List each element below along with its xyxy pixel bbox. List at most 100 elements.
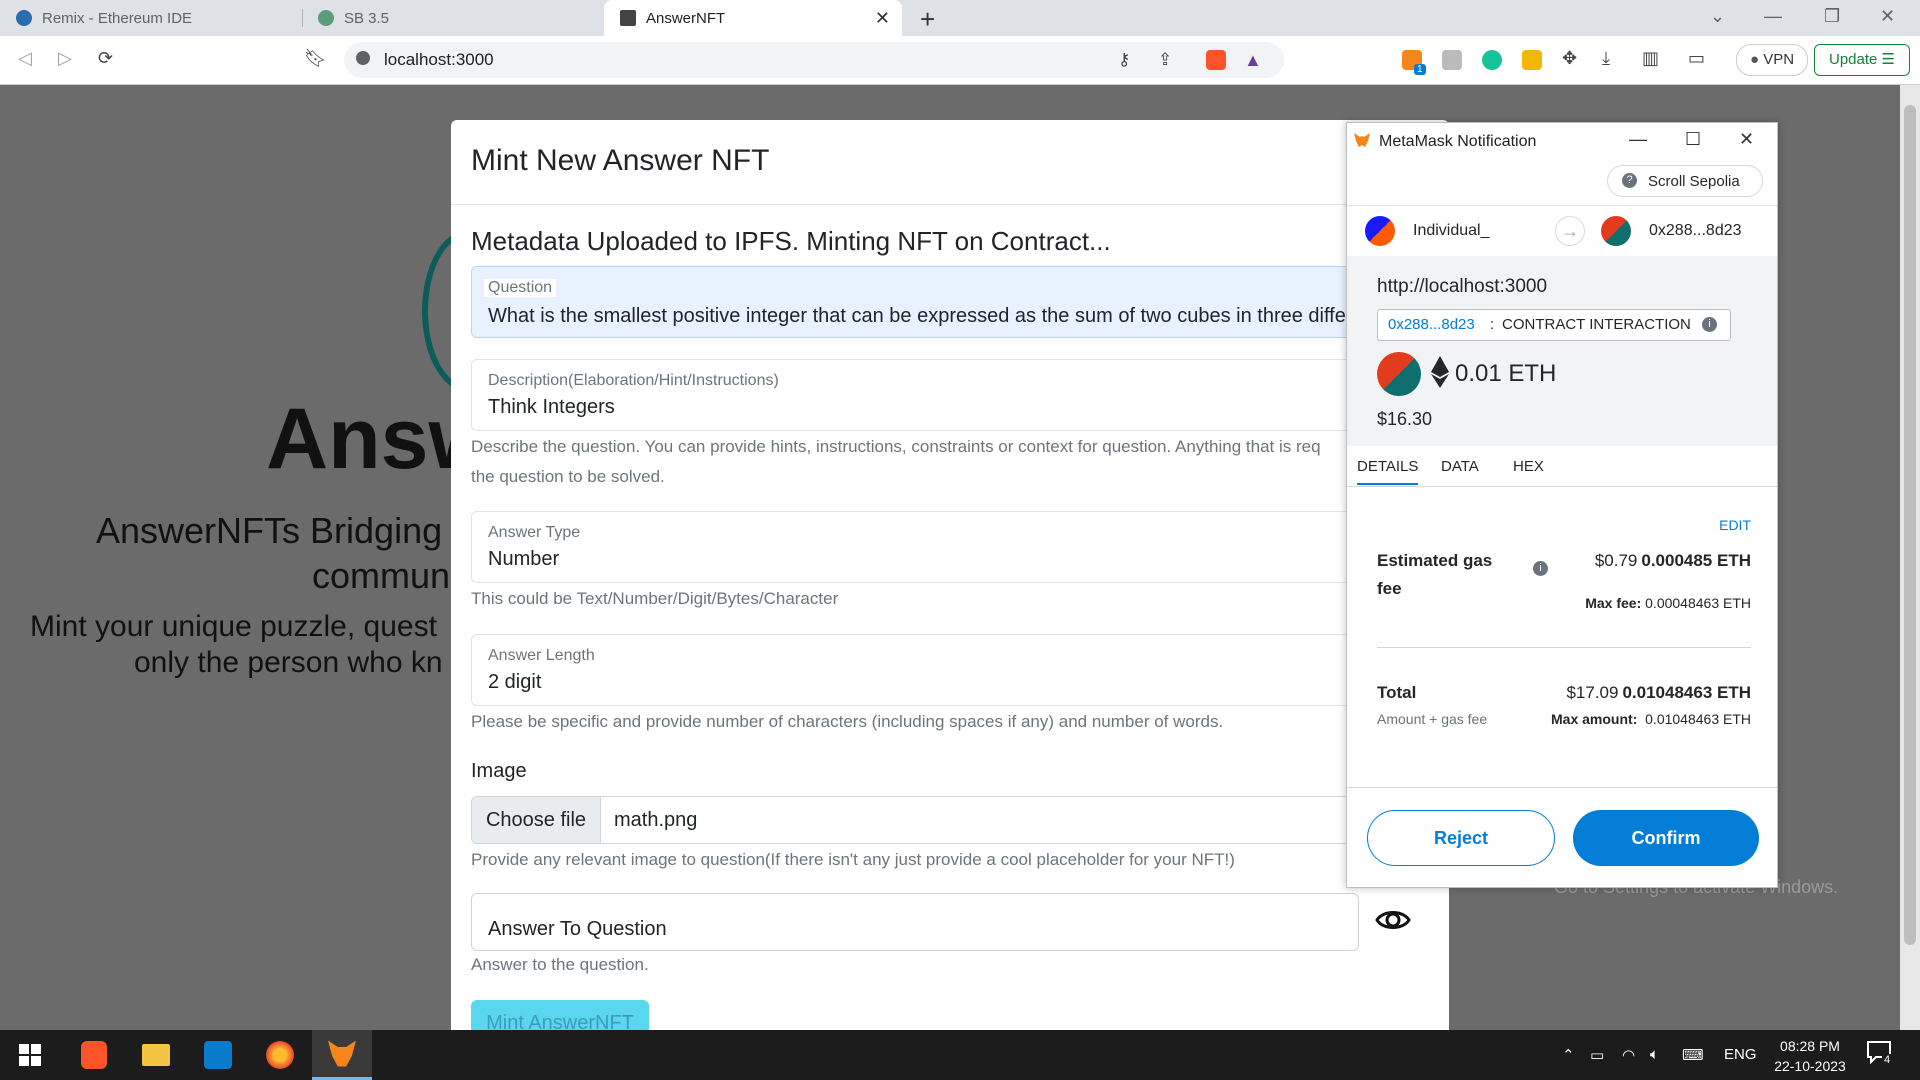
forward-icon[interactable]: ▷: [58, 48, 72, 69]
tab-remix[interactable]: Remix - Ethereum IDE: [0, 0, 300, 36]
vpn-button[interactable]: ● VPN: [1736, 44, 1808, 76]
gas-fee-usd: $0.79: [1594, 551, 1638, 570]
reject-button[interactable]: Reject: [1367, 810, 1555, 866]
volume-icon[interactable]: 🔈︎: [1650, 1046, 1659, 1063]
tab-search-icon[interactable]: ⌄: [1710, 6, 1725, 27]
ethereum-icon: [1431, 356, 1449, 388]
from-account[interactable]: Individual_: [1413, 222, 1490, 240]
max-amount-value: 0.01048463 ETH: [1645, 711, 1751, 727]
answer-input[interactable]: Answer To Question: [471, 893, 1359, 951]
brave-icon: [81, 1041, 107, 1069]
close-tab-icon[interactable]: ✕: [875, 8, 890, 29]
bookmark-icon[interactable]: 🔖︎: [304, 48, 327, 69]
site-info-icon[interactable]: [356, 51, 370, 65]
info-icon[interactable]: i: [1702, 317, 1717, 332]
vscode-taskbar-button[interactable]: [188, 1030, 248, 1080]
tray-chevron-up-icon[interactable]: ⌃: [1562, 1046, 1575, 1064]
wallet-icon[interactable]: ▭: [1688, 48, 1705, 69]
confirm-button[interactable]: Confirm: [1573, 810, 1759, 866]
restore-icon[interactable]: ❐: [1824, 6, 1840, 27]
new-tab-button[interactable]: +: [920, 4, 935, 35]
total-value: $17.09 0.01048463 ETH: [1566, 683, 1751, 703]
question-field[interactable]: Question What is the smallest positive i…: [471, 266, 1449, 338]
arrow-right-icon: →: [1555, 216, 1585, 246]
url-bar[interactable]: localhost:3000 ⚷ ⇪ ▲: [344, 42, 1284, 78]
brave-rewards-icon[interactable]: ▲: [1244, 50, 1262, 71]
answer-length-field[interactable]: Answer Length 2 digit: [471, 634, 1449, 706]
max-amount-label: Max amount:: [1551, 711, 1638, 727]
answer-placeholder: Answer To Question: [488, 918, 667, 940]
firefox-taskbar-button[interactable]: [250, 1030, 310, 1080]
sidebar-icon[interactable]: ▥: [1642, 48, 1659, 69]
network-selector[interactable]: ? Scroll Sepolia: [1607, 165, 1763, 197]
back-icon[interactable]: ◁: [18, 48, 32, 69]
minimize-icon[interactable]: —: [1629, 129, 1647, 150]
edit-gas-link[interactable]: EDIT: [1719, 517, 1751, 533]
extension-icon[interactable]: [1522, 50, 1542, 70]
battery-icon[interactable]: ▭: [1590, 1046, 1604, 1064]
close-icon[interactable]: ✕: [1739, 129, 1754, 150]
brave-taskbar-button[interactable]: [64, 1030, 124, 1080]
answer-type-label: Answer Type: [488, 524, 581, 541]
to-account[interactable]: 0x288...8d23: [1649, 222, 1742, 240]
share-icon[interactable]: ⇪: [1158, 50, 1172, 70]
address-toolbar: ◁ ▷ ⟳ 🔖︎ localhost:3000 ⚷ ⇪ ▲ 1 ✥ ⤓ ▥ ▭ …: [0, 36, 1920, 85]
contract-address-link[interactable]: 0x288...8d23: [1388, 316, 1475, 333]
description-label: Description(Elaboration/Hint/Instruction…: [488, 372, 779, 389]
clock[interactable]: 08:28 PM 22-10-2023: [1770, 1036, 1850, 1076]
extension-badge: 1: [1414, 64, 1426, 75]
transaction-summary: http://localhost:3000 0x288...8d23 : CON…: [1347, 256, 1777, 446]
brave-shields-icon[interactable]: [1206, 50, 1226, 70]
tab-details[interactable]: DETAILS: [1357, 458, 1419, 485]
mint-button[interactable]: Mint AnswerNFT: [471, 1000, 649, 1030]
transaction-amount-usd: $16.30: [1377, 409, 1433, 429]
tab-answernft[interactable]: AnswerNFT ✕: [604, 0, 902, 36]
keyboard-icon[interactable]: ⌨: [1682, 1046, 1704, 1064]
answer-type-field[interactable]: Answer Type Number: [471, 511, 1449, 583]
tab-sb35[interactable]: SB 3.5: [302, 0, 602, 36]
info-icon[interactable]: i: [1533, 561, 1548, 576]
remix-icon: [16, 10, 32, 26]
minimize-icon[interactable]: —: [1764, 6, 1782, 27]
tab-label: SB 3.5: [344, 9, 390, 27]
description-help: Describe the question. You can provide h…: [471, 432, 1449, 492]
image-file-input[interactable]: Choose file math.png: [471, 796, 1449, 844]
firefox-icon: [266, 1041, 294, 1069]
hero-subtitle-line2: commun: [312, 555, 451, 596]
metamask-fox-icon: [1354, 133, 1370, 147]
tag-separator: :: [1490, 316, 1495, 333]
modal-header: Mint New Answer NFT: [451, 120, 1449, 205]
scrollbar-thumb[interactable]: [1904, 105, 1916, 945]
network-name: Scroll Sepolia: [1648, 173, 1740, 190]
metamask-titlebar: MetaMask Notification — ☐ ✕: [1347, 123, 1777, 159]
account-row: Individual_ → 0x288...8d23: [1347, 205, 1777, 257]
extensions-puzzle-icon[interactable]: ✥: [1562, 48, 1577, 69]
interaction-type: CONTRACT INTERACTION: [1502, 316, 1691, 333]
minting-status: Metadata Uploaded to IPFS. Minting NFT o…: [471, 226, 1111, 256]
answer-help: Answer to the question.: [471, 955, 649, 974]
file-explorer-taskbar-button[interactable]: [126, 1030, 186, 1080]
language-indicator[interactable]: ENG: [1724, 1046, 1757, 1063]
tab-strip: Remix - Ethereum IDE SB 3.5 AnswerNFT ✕ …: [0, 0, 1920, 36]
answer-length-label: Answer Length: [488, 647, 595, 664]
tab-hex[interactable]: HEX: [1513, 458, 1544, 475]
wifi-icon[interactable]: ◠: [1622, 1046, 1635, 1064]
mint-modal: Mint New Answer NFT Metadata Uploaded to…: [451, 120, 1449, 1030]
download-icon[interactable]: ⤓: [1602, 48, 1610, 69]
maximize-icon[interactable]: ☐: [1685, 129, 1701, 150]
update-button[interactable]: Update ☰: [1814, 44, 1910, 76]
eye-icon[interactable]: [1375, 902, 1411, 938]
tab-data[interactable]: DATA: [1441, 458, 1479, 475]
description-field[interactable]: Description(Elaboration/Hint/Instruction…: [471, 359, 1449, 431]
folder-icon: [142, 1044, 170, 1066]
start-button[interactable]: [0, 1030, 60, 1080]
reload-icon[interactable]: ⟳: [98, 48, 113, 69]
vscode-icon: [204, 1041, 232, 1069]
key-icon[interactable]: ⚷: [1118, 50, 1130, 70]
close-window-icon[interactable]: ✕: [1880, 6, 1895, 27]
extension-icon[interactable]: [1442, 50, 1462, 70]
metamask-taskbar-button[interactable]: [312, 1030, 372, 1080]
choose-file-button[interactable]: Choose file: [472, 797, 601, 843]
grammarly-icon[interactable]: [1482, 50, 1502, 70]
notification-center-button[interactable]: 4: [1866, 1040, 1896, 1070]
